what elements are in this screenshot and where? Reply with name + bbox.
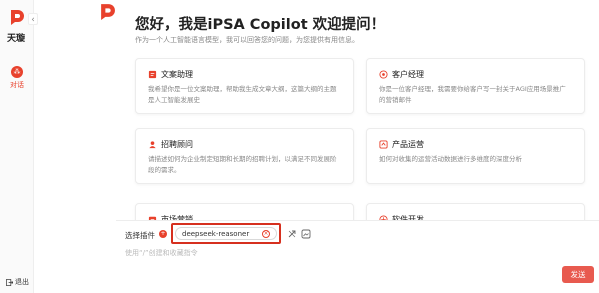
card-title: 产品运营 (392, 140, 424, 149)
add-plugin-icon[interactable]: + (159, 230, 167, 238)
card-description: 你是一位客户经理，我需要你给客户写一封关于AGI应用场景推广的营销邮件 (379, 85, 566, 104)
prompt-card-copywriter[interactable]: 文案助理 我希望你是一位文案助理，帮助我生成文章大纲，这篇大纲的主题是人工智能发… (135, 58, 354, 114)
copilot-logo-icon (101, 4, 115, 20)
card-title: 客户经理 (392, 70, 424, 79)
card-description: 如何对收集的运营活动数据进行多维度的深度分析 (379, 155, 522, 163)
plugin-chip-label: deepseek-reasoner (182, 229, 250, 238)
clear-format-icon[interactable] (287, 229, 297, 239)
page-subtitle: 作为一个人工智能语言模型，我可以回答您的问题，为您提供有用信息。 (135, 36, 359, 44)
prompt-card-account-manager[interactable]: 客户经理 你是一位客户经理，我需要你给客户写一封关于AGI应用场景推广的营销邮件 (366, 58, 585, 114)
remove-plugin-icon[interactable]: × (262, 230, 270, 238)
brand-name: 天璇 (7, 34, 26, 44)
send-button[interactable]: 发送 (562, 266, 594, 283)
selected-plugin-chip[interactable]: deepseek-reasoner × (175, 227, 277, 240)
sidebar-item-chat[interactable]: ⁂ 对话 (7, 66, 27, 90)
sidebar-item-label: 对话 (10, 81, 24, 89)
recruit-icon (149, 141, 156, 149)
prompt-card-recruiter[interactable]: 招聘顾问 请描述如何为企业制定短期和长期的招聘计划，以满足不同发展阶段的需求。 (135, 128, 354, 184)
logout-label: 退出 (15, 278, 29, 286)
composer: 选择插件 + deepseek-reasoner × 使用“/”创建和收藏指令 … (116, 220, 599, 293)
logout-icon (6, 278, 13, 286)
card-title: 招聘顾问 (161, 140, 193, 149)
card-title: 文案助理 (161, 70, 193, 79)
chat-icon: ⁂ (11, 66, 23, 78)
message-input[interactable]: 使用“/”创建和收藏指令 (125, 248, 198, 258)
image-upload-icon[interactable] (301, 229, 311, 239)
customer-icon (379, 70, 388, 79)
page-title: 您好，我是iPSA Copilot 欢迎提问！ (135, 17, 386, 33)
collapse-sidebar-icon[interactable]: ‹ (28, 13, 38, 25)
document-icon (148, 70, 157, 79)
app-logo-icon[interactable] (9, 9, 25, 25)
card-description: 请描述如何为企业制定短期和长期的招聘计划，以满足不同发展阶段的需求。 (148, 155, 337, 174)
prompt-card-product-ops[interactable]: 产品运营 如何对收集的运营活动数据进行多维度的深度分析 (366, 128, 585, 184)
product-icon (379, 140, 388, 149)
plugin-label: 选择插件 (125, 231, 155, 240)
card-description: 我希望你是一位文案助理，帮助我生成文章大纲，这篇大纲的主题是人工智能发展史 (148, 85, 337, 104)
logout-button[interactable]: 退出 (6, 277, 29, 287)
sidebar: ‹ 天璇 ⁂ 对话 退出 (0, 0, 38, 293)
